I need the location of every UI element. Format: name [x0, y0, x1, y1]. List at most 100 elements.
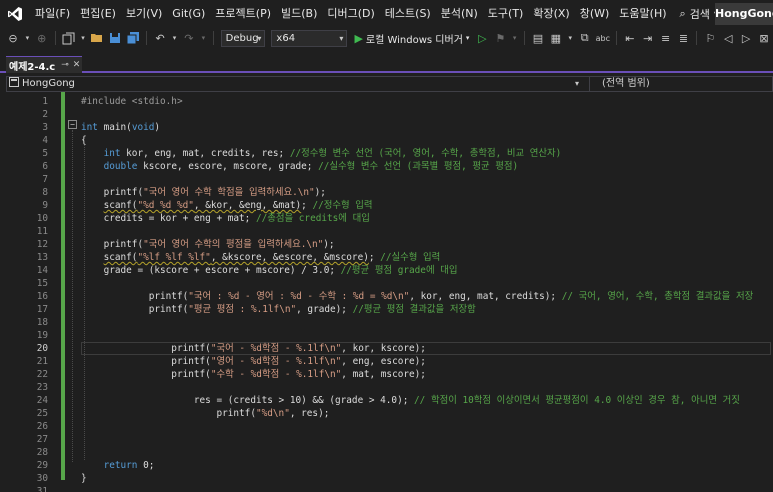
- code-line[interactable]: 8 printf("국어 영어 수학 학점을 입력하세요.\n");: [6, 186, 773, 199]
- code-line[interactable]: 7: [6, 173, 773, 186]
- search-label: 검색: [689, 7, 710, 21]
- code-line[interactable]: 3 int main(void): [6, 121, 773, 134]
- code-line[interactable]: 18: [6, 316, 773, 329]
- redo-dropdown-icon[interactable]: ▾: [200, 30, 207, 46]
- code-line[interactable]: 12 printf("국어 영어 수학의 평점을 입력하세요.\n");: [6, 238, 773, 251]
- code-token: "%d %d %d": [137, 200, 194, 211]
- start-debugging-button[interactable]: ▶ 로컬 Windows 디버거 ▾: [354, 31, 469, 46]
- code-token: main(: [97, 122, 132, 133]
- new-item-dropdown-icon[interactable]: ▾: [80, 30, 87, 46]
- code-line[interactable]: 19: [6, 329, 773, 342]
- indent-icon[interactable]: ⇥: [641, 30, 655, 46]
- menu-item[interactable]: 창(W): [575, 0, 615, 27]
- code-line[interactable]: 27: [6, 433, 773, 446]
- layout-dropdown-icon[interactable]: ▾: [567, 30, 574, 46]
- outdent-icon[interactable]: ⇤: [623, 30, 637, 46]
- menu-item[interactable]: 테스트(S): [380, 0, 436, 27]
- code-line[interactable]: 11: [6, 225, 773, 238]
- hot-reload-icon[interactable]: ⚑: [493, 30, 507, 46]
- code-line[interactable]: 5 int kor, eng, mat, credits, res; //정수형…: [6, 147, 773, 160]
- save-all-icon[interactable]: [126, 30, 140, 46]
- code-line[interactable]: 13 scanf("%lf %lf %lf", &kscore, &escore…: [6, 251, 773, 264]
- line-number: 22: [36, 369, 48, 380]
- hot-reload-dropdown-icon[interactable]: ▾: [511, 30, 518, 46]
- navigate-back-icon[interactable]: ⊖: [6, 30, 20, 46]
- code-line[interactable]: 23: [6, 381, 773, 394]
- screenshot-icon[interactable]: ⧉: [578, 30, 592, 46]
- menu-item[interactable]: 도구(T): [483, 0, 529, 27]
- line-number: 15: [36, 278, 48, 289]
- code-line[interactable]: 14 grade = (kscore + escore + mscore) / …: [6, 264, 773, 277]
- code-line[interactable]: 6 double kscore, escore, mscore, grade; …: [6, 160, 773, 173]
- menu-item[interactable]: Git(G): [167, 0, 210, 27]
- new-project-icon[interactable]: [62, 30, 76, 46]
- code-line[interactable]: 25 printf("%d\n", res);: [6, 407, 773, 420]
- code-line[interactable]: 1 #include <stdio.h>: [6, 95, 773, 108]
- menu-item[interactable]: 파일(F): [30, 0, 75, 27]
- pin-icon[interactable]: ⊸: [61, 60, 69, 70]
- open-folder-icon[interactable]: [90, 30, 104, 46]
- code-line[interactable]: 16 printf("국어 : %d - 영어 : %d - 수학 : %d =…: [6, 290, 773, 303]
- code-line[interactable]: 21 printf("영어 - %d학점 - %.1lf\n", eng, es…: [6, 355, 773, 368]
- close-icon[interactable]: ✕: [73, 60, 81, 70]
- previous-bookmark-icon[interactable]: ◁: [721, 30, 735, 46]
- code-text: res = (credits > 10) && (grade > 4.0); /…: [81, 394, 740, 407]
- project-dropdown[interactable]: HongGong: [9, 76, 75, 92]
- line-number: 26: [36, 421, 48, 432]
- code-line[interactable]: 29 return 0;: [6, 459, 773, 472]
- menu-item[interactable]: 확장(X): [528, 0, 574, 27]
- save-icon[interactable]: [108, 30, 122, 46]
- undo-dropdown-icon[interactable]: ▾: [171, 30, 178, 46]
- visual-studio-logo-icon[interactable]: [0, 0, 30, 27]
- comment-out-icon[interactable]: ≡: [659, 30, 673, 46]
- navigate-back-dropdown-icon[interactable]: ▾: [24, 30, 31, 46]
- start-without-debugging-icon[interactable]: ▷: [475, 30, 489, 46]
- solution-name-badge[interactable]: HongGong: [715, 3, 773, 25]
- project-icon: [9, 76, 19, 92]
- code-token: "국어 영어 수학 학점을 입력하세요.\n": [143, 187, 315, 198]
- code-line[interactable]: 4{: [6, 134, 773, 147]
- document-tab[interactable]: 예제2-4.c ⊸ ✕: [6, 56, 82, 73]
- layout-icon[interactable]: ▦: [549, 30, 563, 46]
- menu-item[interactable]: 분석(N): [436, 0, 483, 27]
- code-text: printf("평균 평점 : %.1lf\n", grade); //평균 평…: [81, 303, 476, 316]
- menu-item[interactable]: 보기(V): [121, 0, 167, 27]
- redo-icon[interactable]: ↷: [182, 30, 196, 46]
- code-line[interactable]: 10 credits = kor + eng + mat; //총점을 cred…: [6, 212, 773, 225]
- code-line[interactable]: 24 res = (credits > 10) && (grade > 4.0)…: [6, 394, 773, 407]
- spell-check-icon[interactable]: abc: [596, 30, 610, 46]
- clear-bookmarks-icon[interactable]: ⊠: [757, 30, 771, 46]
- code-token: printf(: [81, 304, 189, 315]
- code-line[interactable]: 28: [6, 446, 773, 459]
- configuration-select[interactable]: Debug ▾: [220, 29, 266, 47]
- platform-select[interactable]: x64 ▾: [271, 29, 348, 47]
- navigate-forward-icon[interactable]: ⊕: [35, 30, 49, 46]
- next-bookmark-icon[interactable]: ▷: [739, 30, 753, 46]
- menu-item[interactable]: 빌드(B): [276, 0, 322, 27]
- search-button[interactable]: ⌕ 검색 ▾: [680, 0, 718, 27]
- undo-icon[interactable]: ↶: [153, 30, 167, 46]
- menu-item[interactable]: 프로젝트(P): [210, 0, 276, 27]
- browse-icon[interactable]: ▤: [531, 30, 545, 46]
- code-token: "국어 - %d학점 - %.1lf\n": [210, 343, 342, 354]
- code-token: "%d\n": [255, 408, 290, 419]
- menu-item[interactable]: 편집(E): [75, 0, 121, 27]
- code-line[interactable]: 31: [6, 485, 773, 492]
- code-line[interactable]: 9 scanf("%d %d %d", &kor, &eng, &mat); /…: [6, 199, 773, 212]
- scope-dropdown[interactable]: (전역 범위): [589, 77, 773, 91]
- code-line[interactable]: 30}: [6, 472, 773, 485]
- code-line[interactable]: 26: [6, 420, 773, 433]
- code-line[interactable]: 2: [6, 108, 773, 121]
- code-token: , &kor, &eng, &mat): [193, 200, 302, 211]
- code-token: printf(: [81, 239, 144, 250]
- code-line[interactable]: 22 printf("수학 - %d학점 - %.1lf\n", mat, ms…: [6, 368, 773, 381]
- chevron-down-icon[interactable]: ▾: [575, 77, 579, 91]
- menu-item[interactable]: 디버그(D): [322, 0, 379, 27]
- code-line[interactable]: 15: [6, 277, 773, 290]
- menu-item[interactable]: 도움말(H): [614, 0, 671, 27]
- code-editor[interactable]: − 1 #include <stdio.h> 2 3 int main(void) 4{5…: [6, 92, 773, 492]
- uncomment-icon[interactable]: ≣: [677, 30, 691, 46]
- bookmark-icon[interactable]: ⚐: [703, 30, 717, 46]
- code-line[interactable]: 20 printf("국어 - %d학점 - %.1lf\n", kor, ks…: [6, 342, 773, 355]
- code-line[interactable]: 17 printf("평균 평점 : %.1lf\n", grade); //평…: [6, 303, 773, 316]
